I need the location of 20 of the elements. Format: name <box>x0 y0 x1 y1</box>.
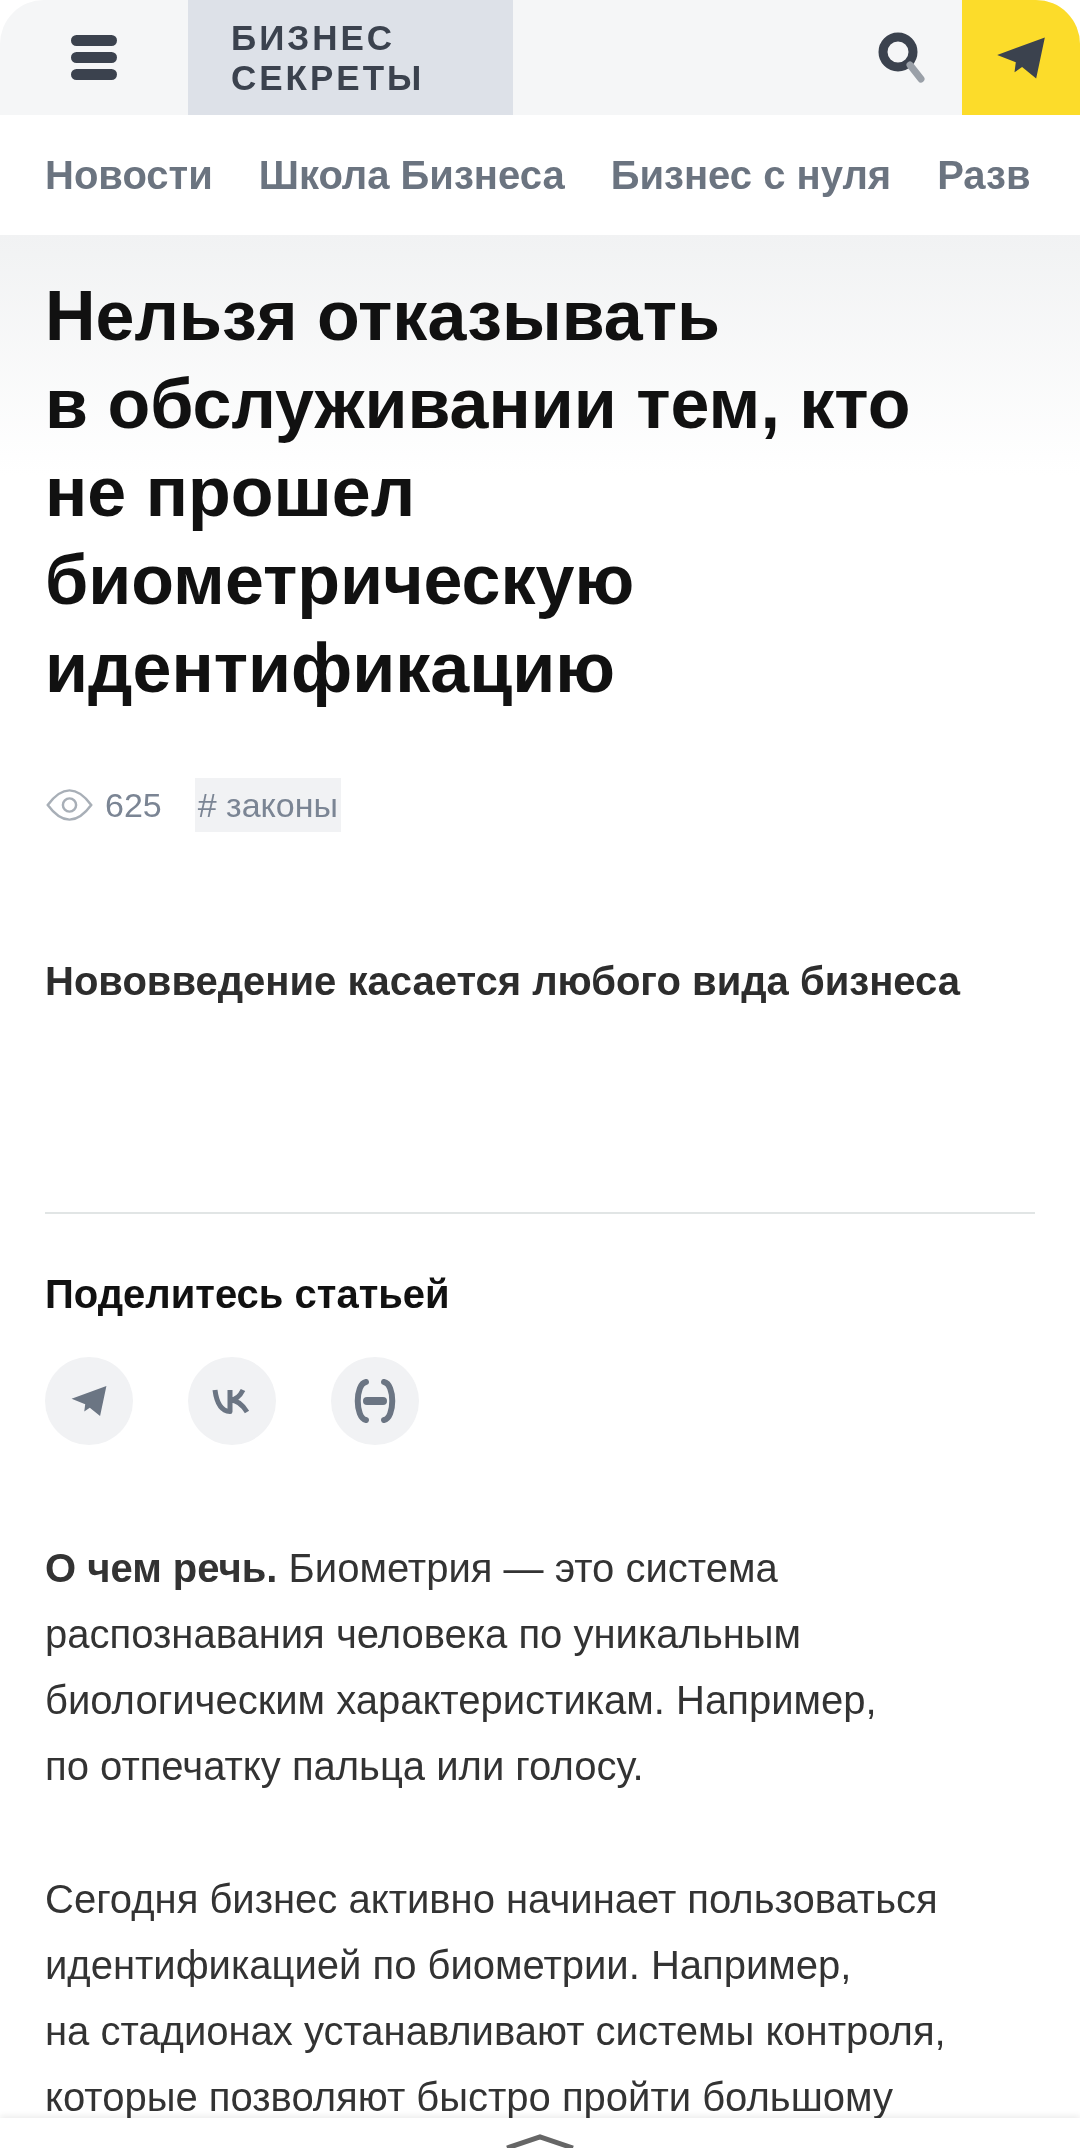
logo[interactable]: БИЗНЕС СЕКРЕТЫ <box>188 0 513 115</box>
share-heading: Поделитесь статьей <box>45 1274 451 1314</box>
paper-plane-icon <box>70 1385 108 1417</box>
nav-link[interactable]: Бизнес с нуля <box>610 145 892 205</box>
article-paragraph: О чем речь. Биометрия — это система распознавания человека по уникальным биологическим характеристикам. Например, по отпечатку пальца или голосу. <box>45 1545 878 1790</box>
nav-link[interactable]: Новости <box>45 145 213 205</box>
view-count: 625 <box>105 784 162 826</box>
nav-link[interactable]: Разв <box>937 145 1031 205</box>
tag-link[interactable]: # законы <box>194 778 341 832</box>
article-lead: Нововведение касается любого вида бизнеса <box>45 958 962 1005</box>
eye-icon <box>45 788 94 822</box>
vk-logo-icon <box>212 1388 252 1414</box>
nav-link[interactable]: Школа Бизнеса <box>258 145 565 205</box>
article-title: Нельзя отказывать в обслуживании тем, кто не прошел биометрическую идентификацию <box>45 276 912 709</box>
menu-icon <box>71 35 117 80</box>
chevron-up-icon[interactable] <box>504 2134 576 2148</box>
telegram-button[interactable] <box>962 0 1080 115</box>
paper-plane-icon <box>995 35 1047 80</box>
search-icon <box>878 31 926 84</box>
article-paragraph: Сегодня бизнес активно начинает пользоваться идентификацией по биометрии. Например, на стадионах устанавливают системы контроля, которые позволяют быстро пройти большому <box>45 1876 947 2121</box>
